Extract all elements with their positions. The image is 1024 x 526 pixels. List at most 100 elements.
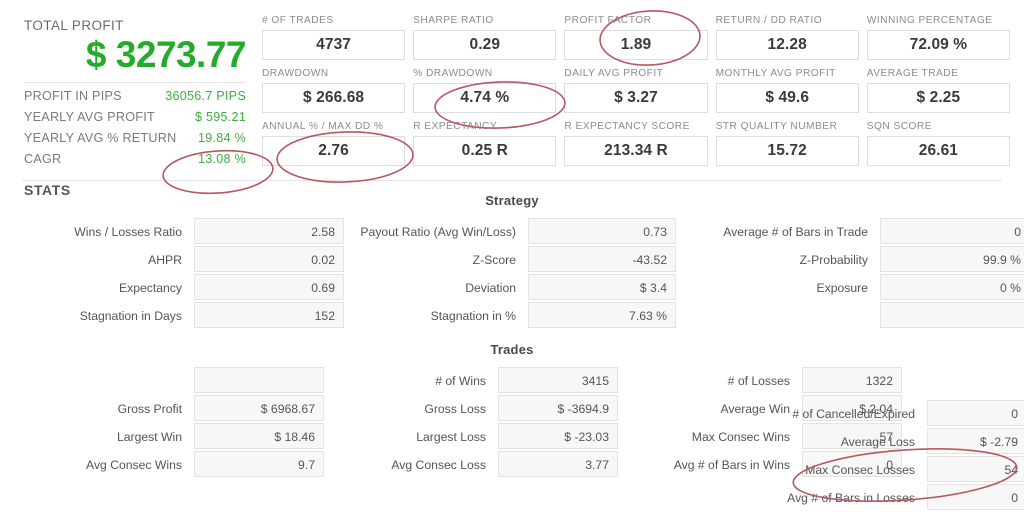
trade-value: $ -23.03: [498, 423, 618, 449]
stat-value: 0: [880, 218, 1024, 244]
kpi-winning-percentage: WINNING PERCENTAGE 72.09 %: [866, 14, 1010, 67]
kpi-r-expectancy: R EXPECTANCY 0.25 R: [413, 120, 557, 173]
summary-value: 19.84 %: [198, 131, 246, 146]
trade-value: 3.77: [498, 451, 618, 477]
kpi-value: 0.29: [413, 30, 557, 60]
stat-label: Z-Score: [472, 253, 516, 267]
stat-value: 0.73: [528, 218, 676, 244]
summary-row-cagr: CAGR 13.08 %: [24, 149, 248, 170]
stat-label-empty: [688, 302, 868, 330]
strategy-section: Strategy Wins / Losses Ratio 2.58 Payout…: [0, 180, 1024, 330]
kpi-value: 12.28: [715, 30, 859, 60]
trade-value: 54: [927, 456, 1024, 482]
trade-value: 0: [927, 484, 1024, 510]
kpi-label: SQN SCORE: [866, 121, 932, 132]
trade-label: Avg Consec Loss: [391, 458, 486, 472]
kpi-label: PROFIT FACTOR: [564, 15, 652, 26]
kpi-value: 2.76: [262, 136, 406, 166]
stat-label: Payout Ratio (Avg Win/Loss): [360, 225, 516, 239]
stat-value-empty: [880, 302, 1024, 328]
trade-value: $ 18.46: [194, 423, 324, 449]
kpi-value: 1.89: [564, 30, 708, 60]
kpi-label: SHARPE RATIO: [413, 15, 494, 26]
stat-value: $ 3.4: [528, 274, 676, 300]
trade-label-empty: [22, 367, 182, 395]
kpi-str-quality-number: STR QUALITY NUMBER 15.72: [715, 120, 859, 173]
trade-value: 3415: [498, 367, 618, 393]
kpi-label: # OF TRADES: [262, 15, 334, 26]
trade-label: Gross Loss: [424, 402, 486, 416]
kpi-annual-pct-max-dd-pct: ANNUAL % / MAX DD % 2.76: [262, 120, 406, 173]
trade-label: Avg Consec Wins: [86, 458, 182, 472]
kpi-average-trade: AVERAGE TRADE $ 2.25: [866, 67, 1010, 120]
kpi-label: R EXPECTANCY: [413, 121, 498, 132]
kpi-value: 4.74 %: [413, 83, 557, 113]
summary-value: $ 595.21: [194, 110, 246, 125]
trade-label: # of Wins: [435, 374, 486, 388]
trade-label: Largest Loss: [416, 430, 486, 444]
stat-value: 99.9 %: [880, 246, 1024, 272]
trades-grid-col4: # of Cancelled/Expired 0 Average Loss $ …: [745, 400, 1024, 512]
kpi-value: 26.61: [866, 136, 1010, 166]
stat-label: Deviation: [465, 281, 516, 295]
trade-value: $ -2.79: [927, 428, 1024, 454]
trade-label: Avg # of Bars in Losses: [787, 491, 915, 505]
stat-value: 0 %: [880, 274, 1024, 300]
trade-value: 1322: [802, 367, 902, 393]
kpi-profit-factor: PROFIT FACTOR 1.89: [564, 14, 708, 67]
kpi-return-dd-ratio: RETURN / DD RATIO 12.28: [715, 14, 859, 67]
trade-label: Max Consec Losses: [805, 463, 915, 477]
kpi-label: AVERAGE TRADE: [866, 68, 959, 79]
stat-label: Average # of Bars in Trade: [723, 225, 868, 239]
stat-label: Stagnation in Days: [79, 309, 182, 323]
stat-value: 0.02: [194, 246, 344, 272]
trade-label: # of Losses: [727, 374, 790, 388]
kpi-monthly-avg-profit: MONTHLY AVG PROFIT $ 49.6: [715, 67, 859, 120]
strategy-grid: Wins / Losses Ratio 2.58 Payout Ratio (A…: [22, 218, 1024, 330]
kpi-r-expectancy-score: R EXPECTANCY SCORE 213.34 R: [564, 120, 708, 173]
summary-row-profit-in-pips: PROFIT IN PIPS 36056.7 PIPS: [24, 86, 248, 107]
kpi-value: $ 3.27: [564, 83, 708, 113]
stat-label: Wins / Losses Ratio: [74, 225, 182, 239]
stat-label: AHPR: [148, 253, 182, 267]
stat-label: Exposure: [816, 281, 869, 295]
stat-value: 7.63 %: [528, 302, 676, 328]
trade-label: Average Loss: [840, 435, 915, 449]
stat-label: Stagnation in %: [430, 309, 516, 323]
trade-value: 0: [927, 400, 1024, 426]
summary-row-yearly-avg-profit: YEARLY AVG PROFIT $ 595.21: [24, 107, 248, 128]
total-profit-panel: TOTAL PROFIT $ 3273.77 PROFIT IN PIPS 36…: [0, 14, 262, 198]
trade-label: Gross Profit: [117, 402, 182, 416]
trade-value: $ 6968.67: [194, 395, 324, 421]
trade-value: 9.7: [194, 451, 324, 477]
summary-divider: [24, 81, 246, 83]
total-profit-value: $ 3273.77: [85, 34, 247, 75]
kpi-grid: # OF TRADES 4737 SHARPE RATIO 0.29 PROFI…: [262, 14, 1024, 180]
stat-value: -43.52: [528, 246, 676, 272]
kpi-label: DRAWDOWN: [262, 68, 329, 79]
kpi-value: 213.34 R: [564, 136, 708, 166]
kpi-number-of-trades: # OF TRADES 4737: [262, 14, 406, 67]
kpi-label: DAILY AVG PROFIT: [564, 68, 664, 79]
trade-value: $ -3694.9: [498, 395, 618, 421]
stat-label: Z-Probability: [799, 253, 868, 267]
stat-label: Expectancy: [118, 281, 182, 295]
stat-value: 2.58: [194, 218, 344, 244]
kpi-value: $ 49.6: [715, 83, 859, 113]
trade-value-empty: [194, 367, 324, 393]
kpi-label: WINNING PERCENTAGE: [866, 15, 993, 26]
summary-label: CAGR: [24, 152, 62, 167]
summary-value: 13.08 %: [198, 152, 246, 167]
kpi-sqn-score: SQN SCORE 26.61: [866, 120, 1010, 173]
trade-label: # of Cancelled/Expired: [792, 407, 915, 421]
kpi-label: % DRAWDOWN: [413, 68, 493, 79]
kpi-label: ANNUAL % / MAX DD %: [262, 121, 384, 132]
kpi-value: $ 266.68: [262, 83, 406, 113]
kpi-label: R EXPECTANCY SCORE: [564, 121, 690, 132]
total-profit-label: TOTAL PROFIT: [24, 18, 124, 33]
stat-value: 152: [194, 302, 344, 328]
summary-label: YEARLY AVG % RETURN: [24, 131, 177, 146]
kpi-value: 72.09 %: [866, 30, 1010, 60]
strategy-title: Strategy: [485, 193, 539, 208]
summary-value: 36056.7 PIPS: [165, 89, 246, 104]
